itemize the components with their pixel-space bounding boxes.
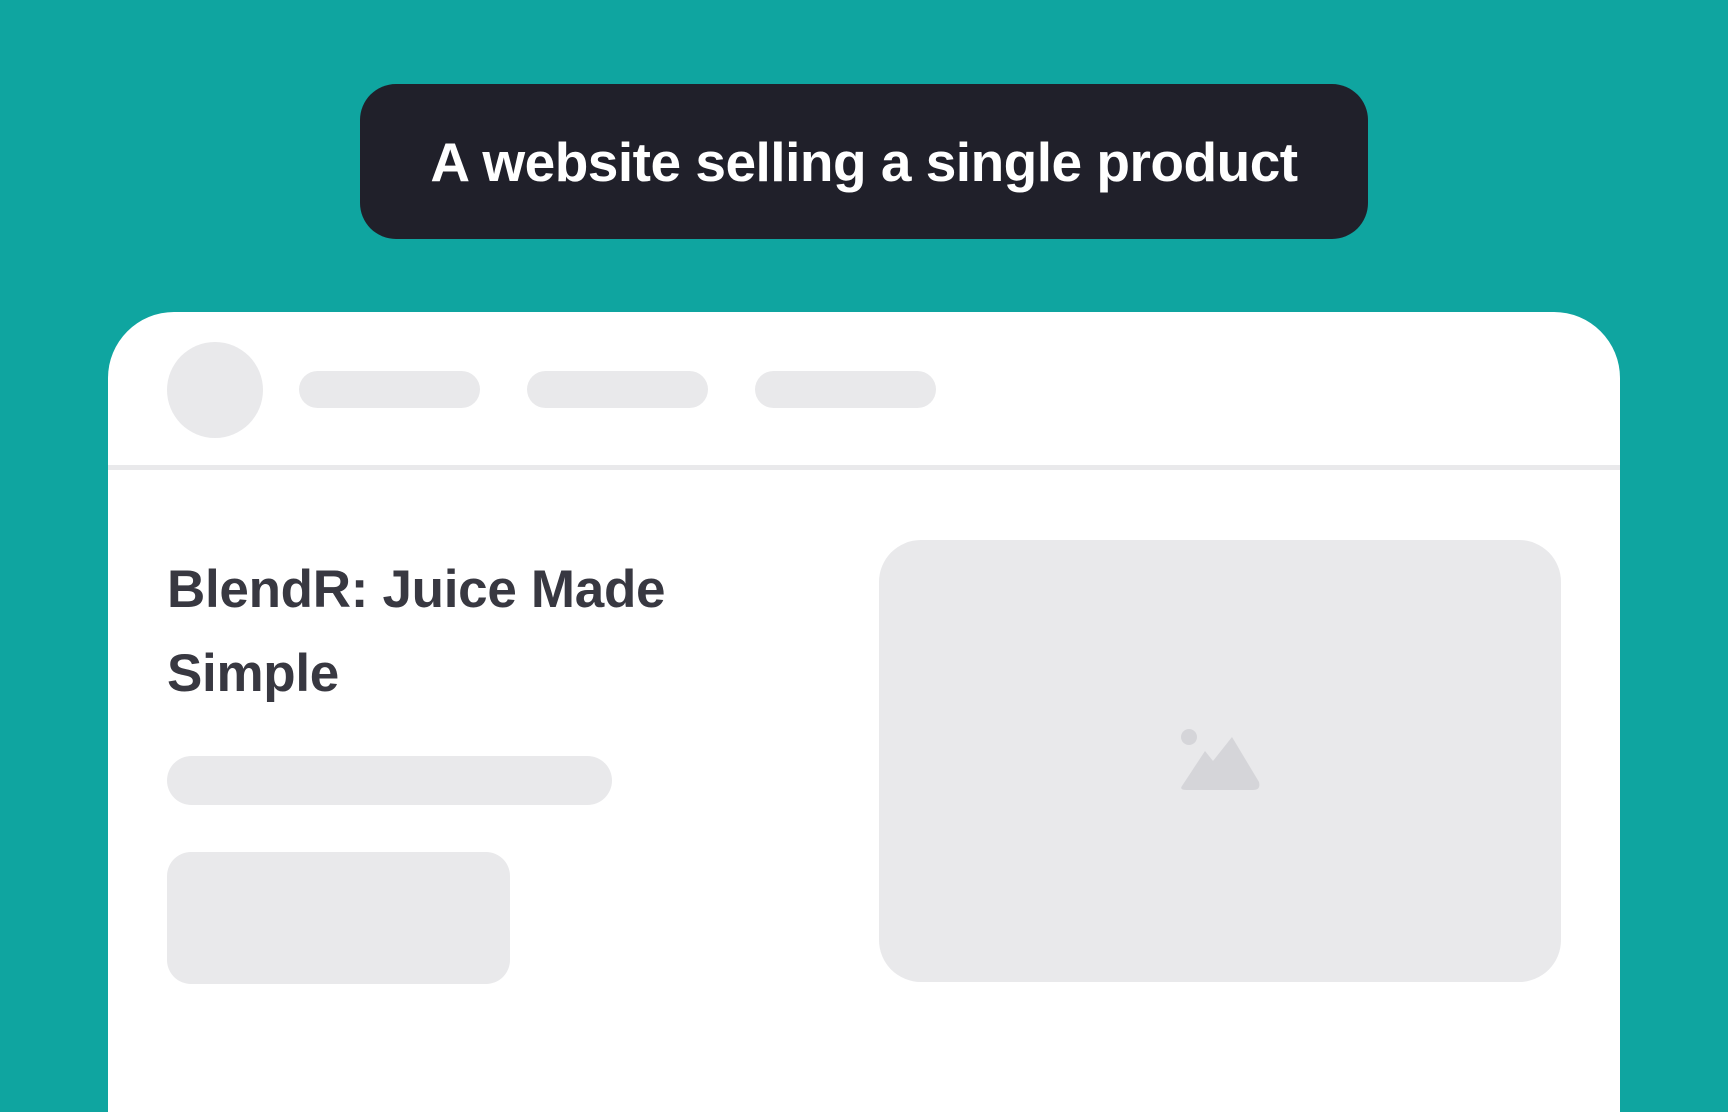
image-icon: [1181, 729, 1260, 790]
page-banner: A website selling a single product: [360, 84, 1368, 239]
nav-link-placeholder-1[interactable]: [299, 371, 480, 408]
buy-button-placeholder[interactable]: [167, 852, 510, 984]
nav-link-placeholder-2[interactable]: [527, 371, 708, 408]
navigation-bar: [108, 312, 1620, 470]
logo-placeholder[interactable]: [167, 342, 263, 438]
nav-link-placeholder-3[interactable]: [755, 371, 936, 408]
hero-title: BlendR: Juice Made Simple: [167, 560, 666, 703]
product-image-placeholder: [879, 540, 1561, 982]
description-placeholder: [167, 756, 612, 805]
website-mockup: BlendR: Juice Made Simple: [108, 312, 1620, 1112]
banner-title: A website selling a single product: [430, 130, 1298, 193]
